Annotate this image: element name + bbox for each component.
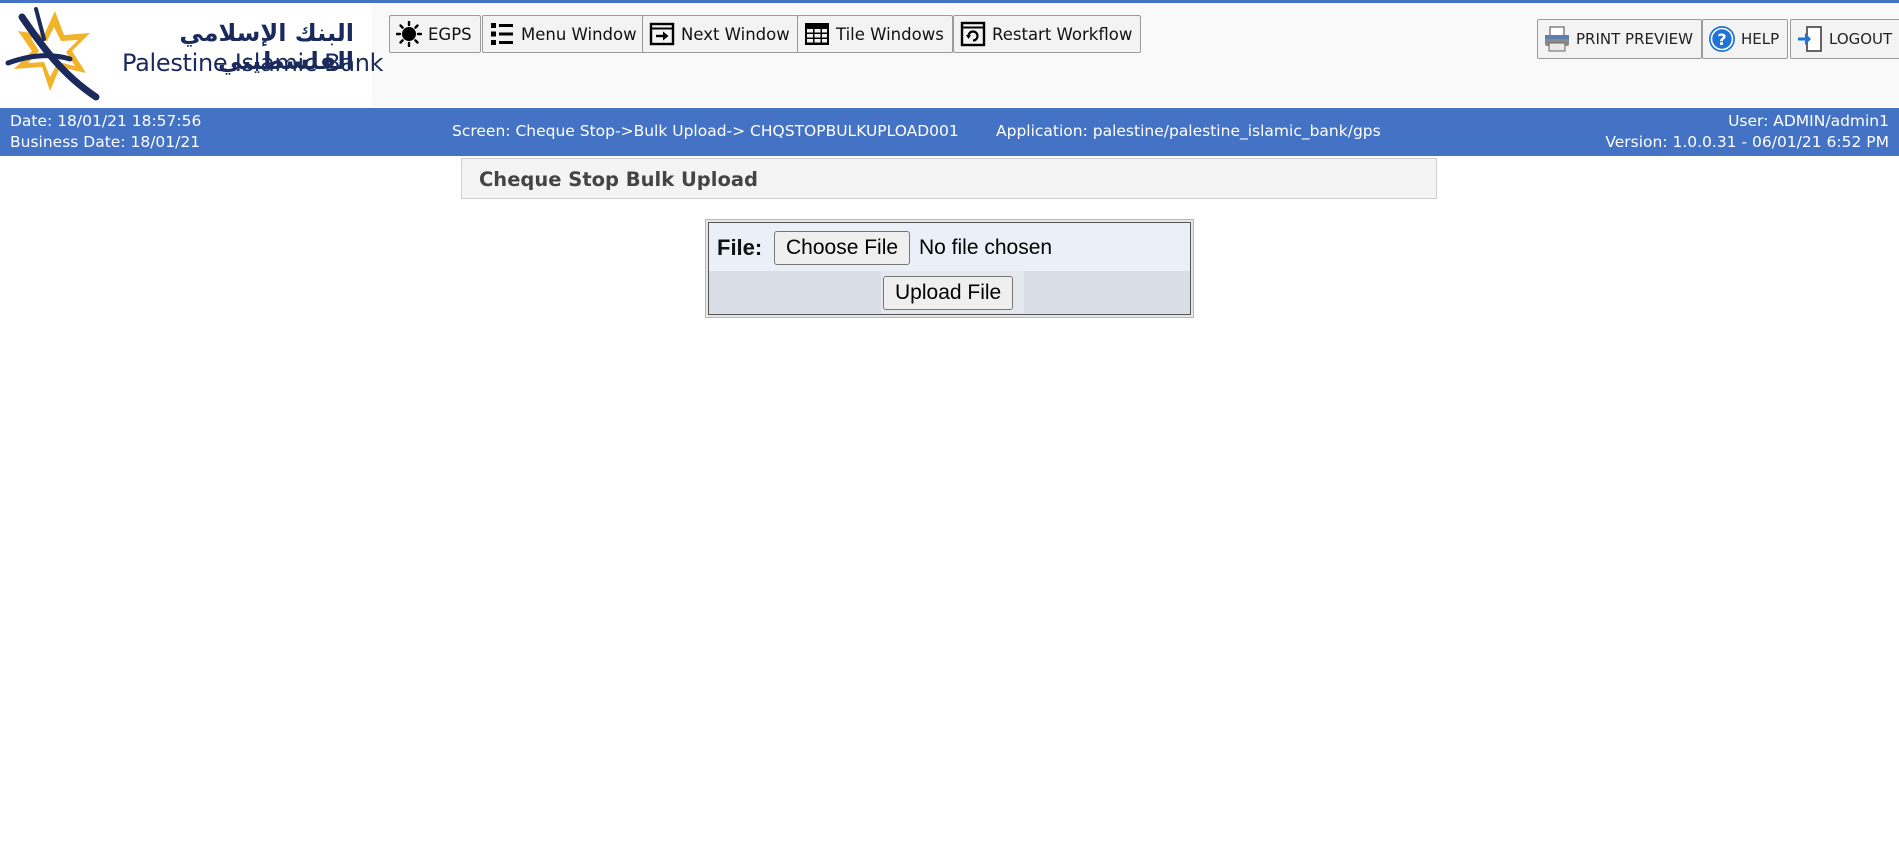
menu-window-label: Menu Window [521, 24, 637, 44]
restart-workflow-label: Restart Workflow [992, 24, 1133, 44]
logout-button[interactable]: LOGOUT [1790, 19, 1899, 59]
current-date: Date: 18/01/21 18:57:56 [10, 112, 202, 130]
logout-label: LOGOUT [1829, 30, 1893, 48]
help-button[interactable]: ? HELP [1702, 19, 1789, 59]
upload-form-table: File: Choose File No file chosen Upload … [708, 222, 1191, 315]
file-label: File: [717, 235, 763, 260]
print-preview-label: PRINT PREVIEW [1576, 30, 1693, 48]
menu-window-button[interactable]: Menu Window [482, 15, 646, 53]
tile-grid-icon [804, 21, 830, 47]
help-label: HELP [1741, 30, 1780, 48]
version-info: Version: 1.0.0.31 - 06/01/21 6:52 PM [1605, 133, 1889, 151]
tile-windows-label: Tile Windows [836, 24, 944, 44]
sun-icon [396, 21, 422, 47]
restart-workflow-button[interactable]: Restart Workflow [953, 15, 1142, 53]
print-preview-button[interactable]: PRINT PREVIEW [1537, 19, 1702, 59]
upload-row: Upload File [709, 271, 1190, 314]
egps-button[interactable]: EGPS [389, 15, 481, 53]
application-path: Application: palestine/palestine_islamic… [996, 122, 1381, 140]
help-icon: ? [1707, 24, 1737, 54]
app-header: البنك الإسلامي الفلسطيني Palestine Islam… [0, 3, 1899, 107]
list-icon [489, 21, 515, 47]
logout-icon [1795, 24, 1825, 54]
upload-form: File: Choose File No file chosen Upload … [705, 219, 1194, 318]
egps-button-label: EGPS [428, 24, 472, 44]
panel-header: Cheque Stop Bulk Upload [461, 158, 1437, 199]
file-row: File: Choose File No file chosen [709, 223, 1190, 271]
next-window-button[interactable]: Next Window [642, 15, 799, 53]
next-window-label: Next Window [681, 24, 790, 44]
page-title: Cheque Stop Bulk Upload [479, 168, 758, 191]
upload-file-button[interactable]: Upload File [883, 276, 1014, 310]
user-info: User: ADMIN/admin1 [1728, 112, 1889, 130]
status-bar: Date: 18/01/21 18:57:56 Business Date: 1… [0, 108, 1899, 156]
bank-logo: البنك الإسلامي الفلسطيني Palestine Islam… [0, 3, 384, 107]
svg-text:?: ? [1717, 30, 1726, 49]
star-logo-icon [5, 7, 100, 101]
choose-file-button[interactable]: Choose File [774, 231, 911, 265]
next-window-icon [649, 21, 675, 47]
tile-windows-button[interactable]: Tile Windows [797, 15, 953, 53]
logo-english-name: Palestine Islamic Bank [122, 49, 384, 77]
no-file-chosen-text: No file chosen [919, 236, 1053, 259]
screen-path: Screen: Cheque Stop->Bulk Upload-> CHQST… [452, 122, 959, 140]
restart-icon [960, 21, 986, 47]
business-date: Business Date: 18/01/21 [10, 133, 201, 151]
printer-icon [1542, 24, 1572, 54]
